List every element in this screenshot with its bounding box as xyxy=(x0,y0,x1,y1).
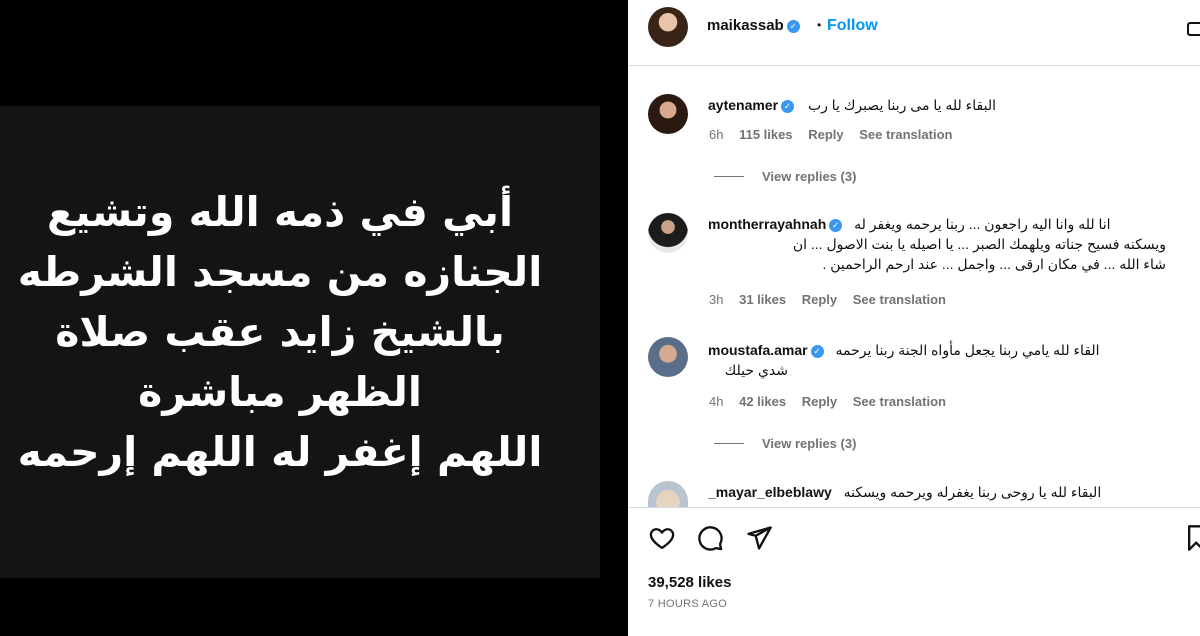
see-translation-button[interactable]: See translation xyxy=(859,127,952,142)
avatar[interactable] xyxy=(648,481,688,507)
avatar[interactable] xyxy=(648,213,688,253)
comment-username[interactable]: moustafa.amar xyxy=(708,342,808,358)
post-image-line: الجنازه من مسجد الشرطه xyxy=(17,248,543,296)
heart-icon[interactable] xyxy=(648,524,676,552)
reply-button[interactable]: Reply xyxy=(808,127,843,142)
view-replies-button[interactable]: View replies (3) xyxy=(714,436,856,451)
post-header: maikassab ✓ • Follow xyxy=(628,0,1200,66)
comment-likes[interactable]: 31 likes xyxy=(739,292,786,307)
comment-meta: 4h 42 likes Reply See translation xyxy=(709,394,958,409)
comment-time: 3h xyxy=(709,292,724,307)
action-bar: 39,528 likes 7 HOURS AGO xyxy=(628,507,1200,636)
avatar[interactable] xyxy=(648,337,688,377)
verified-icon: ✓ xyxy=(829,219,843,232)
reply-button[interactable]: Reply xyxy=(802,394,837,409)
comment-text: البقاء لله يا روحى ربنا يغفرله ويرحمه وي… xyxy=(843,484,1102,500)
see-translation-button[interactable]: See translation xyxy=(853,394,946,409)
bookmark-icon[interactable] xyxy=(1185,524,1200,552)
comment: moustafa.amar ✓ القاء لله يامي ربنا يجعل … xyxy=(708,340,1160,380)
post-media: أبي في ذمه الله وتشيع الجنازه من مسجد ال… xyxy=(0,0,628,636)
avatar[interactable] xyxy=(648,7,688,47)
verified-icon: ✓ xyxy=(810,345,824,358)
view-replies-button[interactable]: View replies (3) xyxy=(714,169,856,184)
view-replies-label[interactable]: View replies (3) xyxy=(762,169,856,184)
divider-line xyxy=(714,176,744,177)
comment-text: شدي حيلك xyxy=(724,362,788,378)
comment-time: 6h xyxy=(709,127,724,142)
comments-panel: maikassab ✓ • Follow aytenamer ✓ البقاء لل… xyxy=(628,0,1200,636)
post-timestamp: 7 HOURS AGO xyxy=(648,598,728,610)
comment-username[interactable]: aytenamer xyxy=(708,97,778,113)
comment-likes[interactable]: 115 likes xyxy=(739,127,793,142)
post-image-line: الظهر مباشرة xyxy=(138,368,422,416)
comment-meta: 6h 115 likes Reply See translation xyxy=(709,127,964,142)
comment-username[interactable]: _mayar_elbeblawy xyxy=(708,484,832,500)
comment-text: القاء لله يامي ربنا يجعل مأواه الجنة ربن… xyxy=(835,342,1100,358)
author-username[interactable]: maikassab ✓ xyxy=(707,17,800,34)
comment-likes[interactable]: 42 likes xyxy=(739,394,786,409)
author-username-text[interactable]: maikassab xyxy=(707,17,784,34)
avatar[interactable] xyxy=(648,94,688,134)
verified-icon: ✓ xyxy=(786,20,800,33)
post-image-line: بالشيخ زايد عقب صلاة xyxy=(55,308,505,356)
divider-line xyxy=(714,443,744,444)
comment: montherrayahnah ✓ انا لله وانا اليه راجعو… xyxy=(708,214,1170,274)
comment-time: 4h xyxy=(709,394,724,409)
comment-username[interactable]: montherrayahnah xyxy=(708,216,826,232)
separator-dot: • xyxy=(817,18,822,32)
post-image-text: أبي في ذمه الله وتشيع الجنازه من مسجد ال… xyxy=(0,182,560,482)
comment-text: ويسكنه فسيح جناته ويلهمك الصبر ... يا اص… xyxy=(792,236,1166,252)
post-likes-count[interactable]: 39,528 likes xyxy=(648,574,731,591)
comment: _mayar_elbeblawy البقاء لله يا روحى ربنا… xyxy=(708,482,1101,507)
post-image-line: أبي في ذمه الله وتشيع xyxy=(46,188,514,236)
share-icon[interactable] xyxy=(745,524,773,552)
more-options-icon[interactable] xyxy=(1187,22,1200,36)
follow-button[interactable]: Follow xyxy=(827,17,878,35)
see-translation-button[interactable]: See translation xyxy=(853,292,946,307)
comment-meta: 3h 31 likes Reply See translation xyxy=(709,292,958,307)
comment: aytenamer ✓ البقاء لله يا مى ربنا يصبرك ي… xyxy=(708,95,996,115)
comment-text: انا لله وانا اليه راجعون ... ربنا يرحمه … xyxy=(854,216,1111,232)
comment-text: شاء الله ... في مكان ارقى ... واجمل ... … xyxy=(822,256,1166,272)
verified-icon: ✓ xyxy=(781,100,795,113)
view-replies-label[interactable]: View replies (3) xyxy=(762,436,856,451)
post-image-line: اللهم إغفر له اللهم إرحمه xyxy=(17,428,543,476)
comment-text: البقاء لله يا مى ربنا يصبرك يا رب xyxy=(807,97,996,113)
comment-icon[interactable] xyxy=(696,524,724,552)
reply-button[interactable]: Reply xyxy=(802,292,837,307)
